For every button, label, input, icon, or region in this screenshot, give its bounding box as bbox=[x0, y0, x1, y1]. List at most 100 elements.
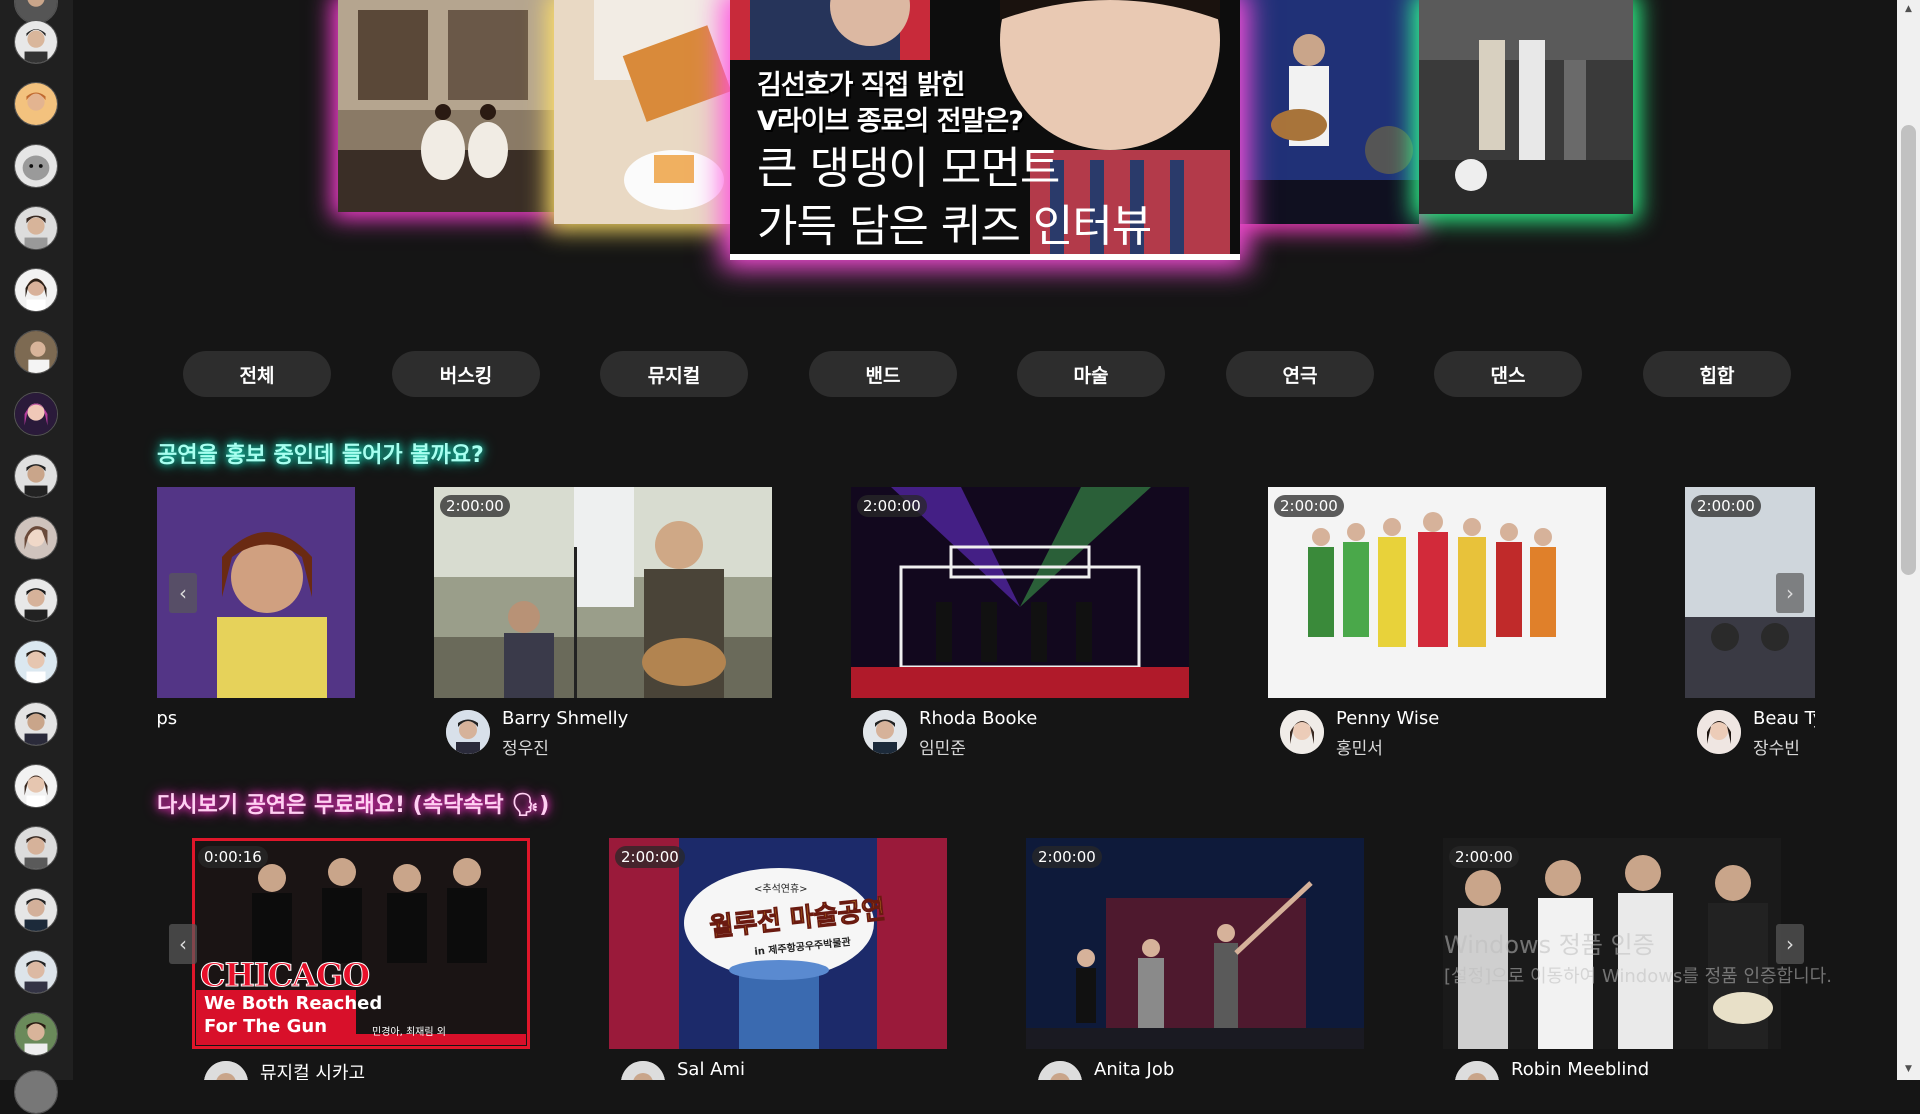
video-meta: Barry Shmelly 정우진 bbox=[434, 698, 772, 759]
video-meta: Beau Tye 장수빈 bbox=[1685, 698, 1815, 759]
creator-avatar[interactable] bbox=[14, 764, 58, 808]
poster-subtitle: For The Gun bbox=[204, 1016, 328, 1037]
video-meta: Penny Wise 홍민서 bbox=[1268, 698, 1606, 759]
hero-caption-line: V라이브 종료의 전말은? bbox=[757, 106, 1024, 137]
promo-section-title: 공연을 홍보 중인데 들어가 볼까요? bbox=[157, 443, 484, 468]
performer-avatar[interactable] bbox=[1038, 1061, 1082, 1080]
performer-name[interactable]: Anita Job bbox=[1094, 1059, 1174, 1080]
video-duration: 2:00:00 bbox=[440, 495, 510, 517]
video-card[interactable]: 0:00:16 CHICAGO We Both Reached For The … bbox=[192, 838, 530, 1080]
creator-sidebar bbox=[0, 0, 73, 1114]
category-pill-magic[interactable]: 마술 bbox=[1017, 351, 1165, 397]
video-thumbnail[interactable]: 2:00:00 bbox=[851, 487, 1189, 698]
replay-prev-arrow[interactable]: ‹ bbox=[169, 924, 197, 964]
poster-cast: 민경아, 최재림 외 bbox=[372, 1027, 446, 1038]
performer-name[interactable]: Robin Meeblind bbox=[1511, 1059, 1649, 1080]
hero-main-caption: 김선호가 직접 밝힌 V라이브 종료의 전말은? 큰 댕댕이 모먼트 가득 담은… bbox=[757, 68, 1152, 256]
creator-avatar[interactable] bbox=[14, 950, 58, 994]
category-pill-dance[interactable]: 댄스 bbox=[1434, 351, 1582, 397]
video-thumbnail[interactable]: 2:00:00 bbox=[1026, 838, 1364, 1049]
hero-card-dance[interactable] bbox=[1419, 0, 1633, 214]
video-duration: 0:00:16 bbox=[198, 846, 268, 868]
performer-avatar[interactable] bbox=[204, 1061, 248, 1080]
performer-name[interactable]: 뮤지컬 시카고 bbox=[260, 1059, 365, 1080]
performer-name[interactable]: Sal Ami bbox=[677, 1059, 745, 1080]
video-meta: Jazzy Arps bbox=[157, 698, 355, 758]
video-card[interactable]: 2:00:00 Penny Wise 홍민서 bbox=[1268, 487, 1606, 759]
poster-subtitle: We Both Reached bbox=[204, 993, 383, 1014]
category-pill-musical[interactable]: 뮤지컬 bbox=[600, 351, 748, 397]
performer-name[interactable]: Jazzy Arps bbox=[157, 708, 177, 729]
hero-card-traditional[interactable] bbox=[338, 0, 554, 212]
performer-avatar[interactable] bbox=[1697, 710, 1741, 754]
video-duration: 2:00:00 bbox=[1449, 846, 1519, 868]
hero-card-band[interactable] bbox=[1239, 0, 1419, 224]
hero-caption-line: 김선호가 직접 밝힌 bbox=[757, 70, 966, 101]
performer-subname: 임민준 bbox=[919, 739, 966, 759]
creator-avatar[interactable] bbox=[14, 516, 58, 560]
creator-avatar[interactable] bbox=[14, 392, 58, 436]
replay-section-title: 다시보기 공연은 무료래요! (속닥속닥 🗣) bbox=[157, 793, 550, 818]
creator-avatar[interactable] bbox=[14, 330, 58, 374]
creator-avatar[interactable] bbox=[14, 206, 58, 250]
video-meta: Anita Job bbox=[1026, 1049, 1364, 1080]
video-thumbnail[interactable]: 2:00:00 bbox=[1268, 487, 1606, 698]
performer-avatar[interactable] bbox=[1455, 1061, 1499, 1080]
creator-avatar[interactable] bbox=[14, 578, 58, 622]
creator-avatar[interactable] bbox=[14, 640, 58, 684]
video-card[interactable]: 2:00:00 Beau Tye 장수빈 bbox=[1685, 487, 1815, 759]
video-duration: 2:00:00 bbox=[1274, 495, 1344, 517]
category-pill-hiphop[interactable]: 힙합 bbox=[1643, 351, 1791, 397]
hero-caption-line: 큰 댕댕이 모먼트 bbox=[757, 143, 1060, 194]
performer-avatar[interactable] bbox=[1280, 710, 1324, 754]
video-meta: Rhoda Booke 임민준 bbox=[851, 698, 1189, 759]
promo-next-arrow[interactable]: › bbox=[1776, 573, 1804, 613]
creator-avatar[interactable] bbox=[14, 888, 58, 932]
category-pill-all[interactable]: 전체 bbox=[183, 351, 331, 397]
creator-avatar[interactable] bbox=[14, 1070, 58, 1114]
video-meta: Robin Meeblind bbox=[1443, 1049, 1781, 1080]
performer-name[interactable]: Beau Tye bbox=[1753, 708, 1815, 729]
poster-badge: <추석연휴> bbox=[754, 884, 808, 895]
video-card[interactable]: Jazzy Arps bbox=[157, 487, 355, 758]
category-pill-theater[interactable]: 연극 bbox=[1226, 351, 1374, 397]
poster-title: CHICAGO bbox=[199, 956, 370, 995]
category-pill-band[interactable]: 밴드 bbox=[809, 351, 957, 397]
video-meta: Sal Ami bbox=[609, 1049, 947, 1080]
performer-subname: 홍민서 bbox=[1336, 739, 1383, 759]
promo-prev-arrow[interactable]: ‹ bbox=[169, 573, 197, 613]
performer-name[interactable]: Rhoda Booke bbox=[919, 708, 1037, 729]
hero-card-cooking[interactable] bbox=[554, 0, 730, 224]
creator-avatar[interactable] bbox=[14, 268, 58, 312]
performer-avatar[interactable] bbox=[621, 1061, 665, 1080]
category-pill-busking[interactable]: 버스킹 bbox=[392, 351, 540, 397]
video-card[interactable]: 2:00:00 Anita Job bbox=[1026, 838, 1364, 1080]
video-thumbnail[interactable]: 2:00:00 <추석연휴> 월루전 마술공연 in 제주항공우주박물관 bbox=[609, 838, 947, 1049]
creator-avatar[interactable] bbox=[14, 144, 58, 188]
watermark-line: [설정]으로 이동하여 Windows를 정품 인증합니다. bbox=[1444, 966, 1832, 987]
creator-avatar[interactable] bbox=[14, 826, 58, 870]
performer-avatar[interactable] bbox=[446, 710, 490, 754]
creator-avatar[interactable] bbox=[14, 454, 58, 498]
windows-activation-watermark: Windows 정품 인증 [설정]으로 이동하여 Windows를 정품 인증… bbox=[1444, 925, 1832, 988]
performer-name[interactable]: Barry Shmelly bbox=[502, 708, 628, 729]
scroll-down-arrow-icon[interactable]: ▼ bbox=[1901, 1064, 1916, 1074]
hero-caption-line: 가득 담은 퀴즈 인터뷰 bbox=[757, 201, 1152, 252]
video-card[interactable]: 2:00:00 Rhoda Booke 임민준 bbox=[851, 487, 1189, 759]
video-card[interactable]: 2:00:00 <추석연휴> 월루전 마술공연 in 제주항공우주박물관 Sal… bbox=[609, 838, 947, 1080]
video-duration: 2:00:00 bbox=[1032, 846, 1102, 868]
video-card[interactable]: 2:00:00 Barry Shmelly 정우진 bbox=[434, 487, 772, 759]
creator-avatar[interactable] bbox=[14, 702, 58, 746]
video-thumbnail[interactable]: 0:00:16 CHICAGO We Both Reached For The … bbox=[192, 838, 530, 1049]
creator-avatar[interactable] bbox=[14, 1012, 58, 1056]
scrollbar-thumb[interactable] bbox=[1901, 125, 1916, 575]
creator-avatar[interactable] bbox=[14, 82, 58, 126]
video-meta: 뮤지컬 시카고 bbox=[192, 1049, 530, 1080]
performer-name[interactable]: Penny Wise bbox=[1336, 708, 1439, 729]
creator-avatar[interactable] bbox=[14, 20, 58, 64]
video-thumbnail[interactable]: 2:00:00 bbox=[434, 487, 772, 698]
video-duration: 2:00:00 bbox=[615, 846, 685, 868]
performer-avatar[interactable] bbox=[863, 710, 907, 754]
scroll-up-arrow-icon[interactable]: ▲ bbox=[1901, 4, 1916, 14]
performer-subname: 정우진 bbox=[502, 739, 549, 759]
